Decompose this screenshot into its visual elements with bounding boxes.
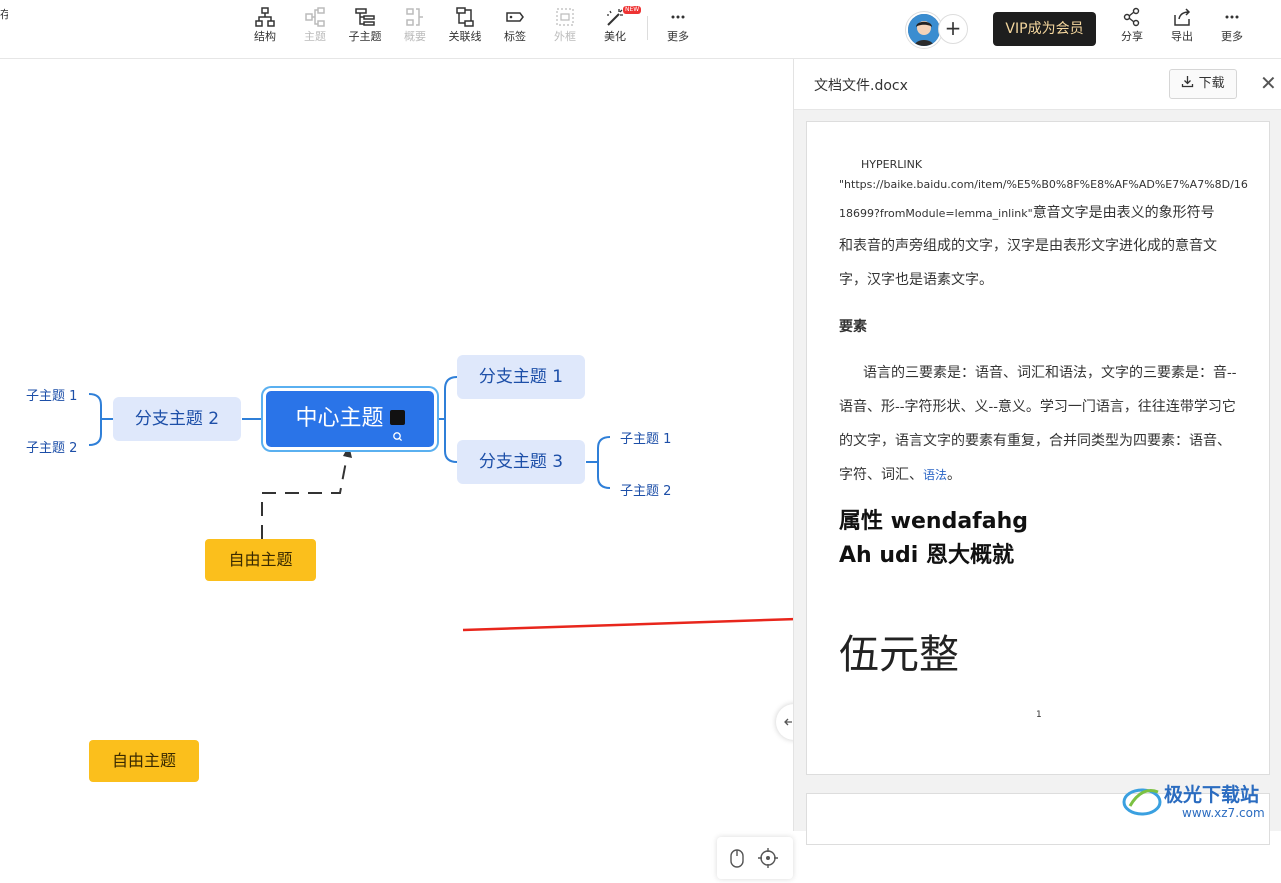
subtopic-b3-2[interactable]: 子主题 2 xyxy=(620,480,671,499)
mouse-icon[interactable] xyxy=(730,849,744,868)
panel-header: 文档文件.docx 下载 ✕ xyxy=(794,59,1281,110)
download-label: 下载 xyxy=(1198,76,1225,91)
structure-icon xyxy=(255,7,275,27)
branch-topic-2[interactable]: 分支主题 2 xyxy=(113,397,241,441)
free-topic-2[interactable]: 自由主题 xyxy=(89,740,199,782)
subtopic-b2-2[interactable]: 子主题 2 xyxy=(26,437,77,456)
summary-icon xyxy=(406,8,423,26)
tool-label: 子主题 xyxy=(348,30,382,43)
center-topic-label: 中心主题 xyxy=(295,406,384,431)
tool-boundary[interactable]: 外框 xyxy=(540,6,590,44)
big-text: 伍元整 xyxy=(839,632,959,678)
locate-icon[interactable] xyxy=(758,848,778,868)
watermark-logo-icon xyxy=(1122,788,1162,816)
page-number: 1 xyxy=(1036,710,1042,720)
tool-label: 标签 xyxy=(504,30,526,43)
tool-relation-line[interactable]: 关联线 xyxy=(440,6,490,44)
more-dots-icon xyxy=(671,15,685,19)
url-line-2: 18699?fromModule=lemma_inlink"意音文字是由表义的象… xyxy=(839,195,1244,230)
tool-share[interactable]: 分享 xyxy=(1107,6,1157,44)
close-icon[interactable]: ✕ xyxy=(1260,71,1277,95)
branch-topic-1[interactable]: 分支主题 1 xyxy=(457,355,585,399)
document-title: 文档文件.docx xyxy=(814,78,908,94)
tool-label: 关联线 xyxy=(448,30,482,43)
new-badge: NEW xyxy=(623,6,642,14)
avatar[interactable] xyxy=(906,12,942,48)
download-icon xyxy=(1182,76,1194,88)
tool-tag[interactable]: 标签 xyxy=(490,6,540,44)
watermark-text: 极光下载站 xyxy=(1164,784,1260,806)
tool-summary[interactable]: 概要 xyxy=(390,6,440,44)
tool-label: 导出 xyxy=(1171,30,1193,43)
bold-line-1: 属性 wendafahg xyxy=(839,509,1028,534)
tool-label: 分享 xyxy=(1121,30,1143,43)
document-panel: 文档文件.docx 下载 ✕ HYPERLINK "https://baike.… xyxy=(793,59,1281,845)
tool-label: 美化 xyxy=(604,30,626,43)
branch-topic-3[interactable]: 分支主题 3 xyxy=(457,440,585,484)
url-line-2-text: 18699?fromModule=lemma_inlink" xyxy=(839,207,1033,220)
topic-icon xyxy=(305,7,325,27)
free-topic-1[interactable]: 自由主题 xyxy=(205,539,316,581)
more-dots-icon xyxy=(1225,15,1239,19)
paragraph-2-end: 。 xyxy=(947,467,962,483)
bold-line-2: Ah udi 恩大概就 xyxy=(839,543,1014,568)
paragraph-2-text: 语言的三要素是：语音、词汇和语法，文字的三要素是：音--语音、形--字符形状、义… xyxy=(839,365,1237,483)
para1-start: 意音文字是由表义的象形符号 xyxy=(1032,205,1215,221)
save-label-partial[interactable]: 存 xyxy=(0,6,8,22)
site-watermark: 极光下载站 www.xz7.com xyxy=(1120,776,1280,826)
tool-more-right[interactable]: 更多 xyxy=(1207,6,1257,44)
tool-label: 更多 xyxy=(1221,30,1243,43)
tool-label: 外框 xyxy=(554,30,576,43)
tool-more[interactable]: 更多 xyxy=(653,6,703,44)
paragraph-2: 语言的三要素是：语音、词汇和语法，文字的三要素是：音--语音、形--字符形状、义… xyxy=(839,356,1244,492)
export-icon xyxy=(1174,8,1191,26)
tool-structure[interactable]: 结构 xyxy=(240,6,290,44)
toolbar-divider xyxy=(647,16,648,40)
boundary-icon xyxy=(556,8,574,26)
canvas-tools xyxy=(717,837,793,879)
tool-topic[interactable]: 主题 xyxy=(290,6,340,44)
mindmap-canvas[interactable]: 中心主题 分支主题 1 分支主题 2 分支主题 3 子主题 1 子主题 2 子主… xyxy=(0,59,793,879)
center-topic[interactable]: 中心主题 xyxy=(266,391,434,447)
share-icon xyxy=(1123,7,1140,27)
relation-line-icon xyxy=(456,7,474,27)
subtopic-b2-1[interactable]: 子主题 1 xyxy=(26,385,77,404)
grammar-link[interactable]: 语法 xyxy=(923,468,947,482)
download-button[interactable]: 下载 xyxy=(1169,69,1237,99)
add-collaborator-button[interactable]: + xyxy=(938,14,968,44)
document-page: HYPERLINK "https://baike.baidu.com/item/… xyxy=(806,121,1270,775)
vip-button[interactable]: VIP成为会员 xyxy=(993,12,1096,46)
tool-label: 更多 xyxy=(667,30,689,43)
search-icon[interactable] xyxy=(389,409,405,441)
section-heading: 要素 xyxy=(839,319,867,335)
tool-subtopic[interactable]: 子主题 xyxy=(340,6,390,44)
user-avatar-icon xyxy=(908,14,940,46)
tool-label: 概要 xyxy=(404,30,426,43)
watermark-url: www.xz7.com xyxy=(1182,806,1265,820)
tool-export[interactable]: 导出 xyxy=(1157,6,1207,44)
paragraph-1: 和表音的声旁组成的文字，汉字是由表形文字进化成的意音文字，汉字也是语素文字。 xyxy=(839,238,1217,288)
tag-icon xyxy=(506,12,524,22)
subtopic-b3-1[interactable]: 子主题 1 xyxy=(620,428,671,447)
toolbar: 存 结构 主题 子主题 概要 关联线 标签 外框 美化 NEW 更多 + VIP… xyxy=(0,0,1281,59)
tool-label: 主题 xyxy=(304,30,326,43)
tool-label: 结构 xyxy=(254,30,276,43)
subtopic-icon xyxy=(355,8,375,26)
url-line-1: "https://baike.baidu.com/item/%E5%B0%8F%… xyxy=(839,178,1248,191)
hyperlink-field-code: HYPERLINK xyxy=(861,158,923,171)
